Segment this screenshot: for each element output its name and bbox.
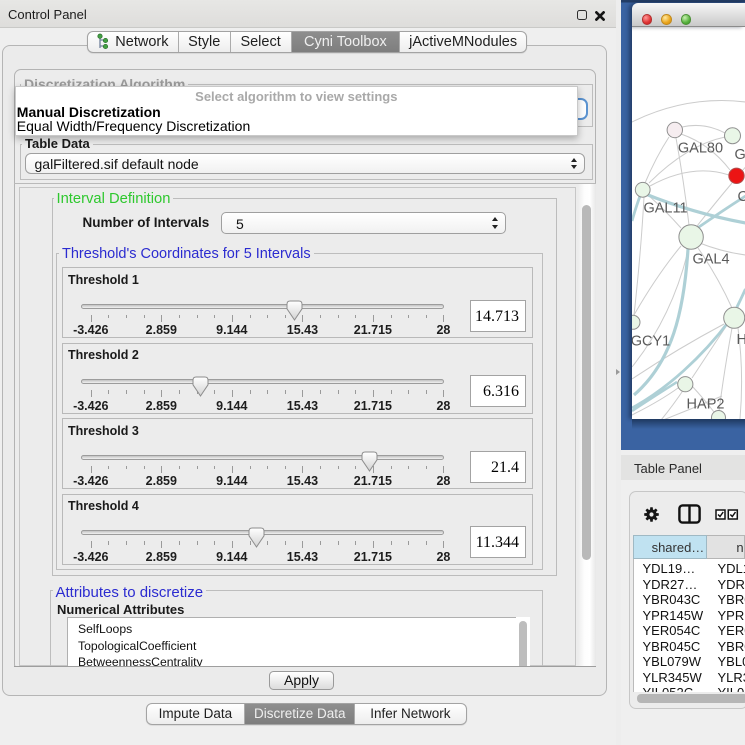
svg-text:GAL80: GAL80	[677, 140, 722, 156]
svg-text:HAP2: HAP2	[686, 396, 724, 412]
svg-text:HI: HI	[736, 332, 745, 348]
svg-text:GAL4: GAL4	[692, 251, 729, 267]
svg-text:GA: GA	[734, 147, 745, 163]
svg-text:C: C	[737, 189, 745, 205]
svg-text:GAL11: GAL11	[643, 200, 687, 216]
svg-text:GCY1: GCY1	[632, 333, 670, 349]
